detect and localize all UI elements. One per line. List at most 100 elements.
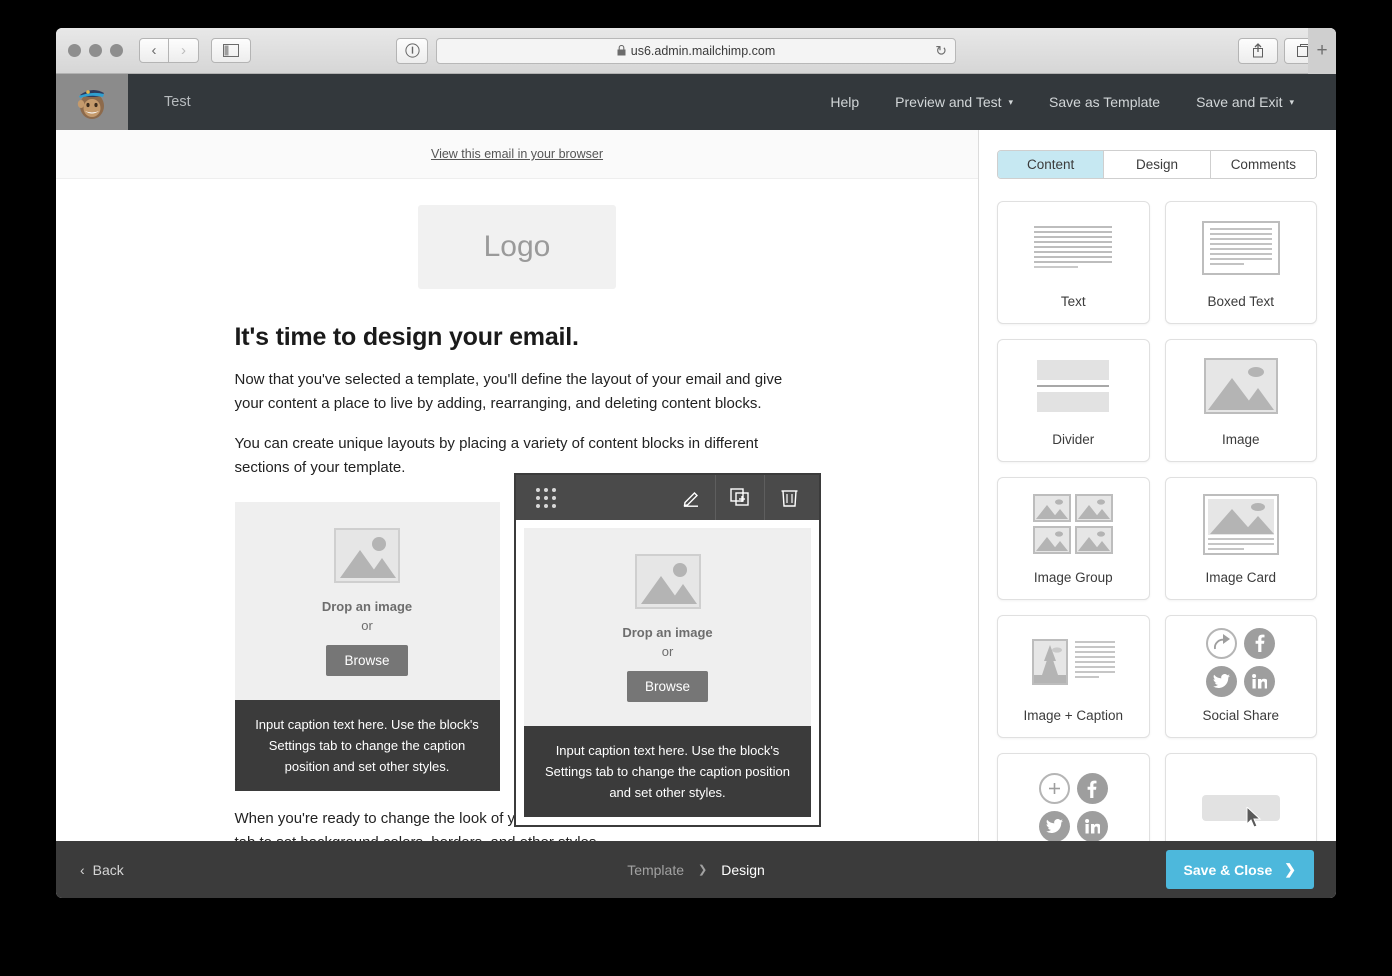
image-card-block-icon — [1166, 478, 1317, 570]
drop-image-label: Drop an image — [321, 599, 413, 614]
browser-chrome: ‹ › us6.admin.mailchimp.com ↻ + — [56, 28, 1336, 74]
block-toolbar — [516, 475, 819, 520]
block-tile-button[interactable] — [1164, 753, 1317, 841]
back-icon[interactable]: ‹ — [139, 38, 169, 63]
picture-placeholder-icon — [634, 554, 701, 609]
breadcrumb-template[interactable]: Template — [627, 862, 684, 878]
mailchimp-freddie-logo[interactable] — [56, 74, 128, 130]
url-text: us6.admin.mailchimp.com — [630, 43, 776, 58]
image-caption-text[interactable]: Input caption text here. Use the block's… — [234, 700, 500, 791]
new-tab-button[interactable]: + — [1308, 28, 1336, 74]
drop-image-label: Drop an image — [622, 625, 713, 640]
share-icon[interactable] — [1238, 37, 1278, 64]
breadcrumb: Template ❯ Design — [56, 862, 1336, 878]
view-in-browser-link[interactable]: View this email in your browser — [431, 147, 603, 161]
block-tile-label: Boxed Text — [1207, 294, 1275, 310]
block-tile-image[interactable]: Image — [1164, 339, 1317, 463]
block-tile-label: Image + Caption — [1023, 708, 1123, 724]
email-canvas[interactable]: View this email in your browser Logo It'… — [56, 130, 979, 841]
save-close-label: Save & Close — [1183, 861, 1273, 878]
block-tile-label: Text — [1060, 294, 1086, 310]
image-caption-block-icon — [998, 616, 1149, 708]
content-panel: Content Design Comments Text Boxed Text — [979, 130, 1335, 841]
nav-label: Help — [830, 94, 860, 110]
duplicate-icon[interactable] — [716, 475, 764, 520]
block-tile-label: Divider — [1052, 432, 1095, 448]
editor-footer: ‹ Back Template ❯ Design Save & Close ❯ — [56, 841, 1336, 898]
nav-item-save-and-exit[interactable]: Save and Exit ▾ — [1178, 94, 1312, 110]
nav-label: Save and Exit — [1196, 94, 1283, 110]
chevron-right-icon: ❯ — [1284, 861, 1296, 877]
image-dropzone[interactable]: Drop an image or Browse — [524, 528, 811, 726]
pencil-edit-icon[interactable] — [667, 475, 715, 520]
sidebar-toggle-icon[interactable] — [211, 38, 251, 63]
image-caption-block-left[interactable]: Drop an image or Browse Input caption te… — [234, 502, 500, 791]
nav-label: Save as Template — [1049, 94, 1161, 110]
tab-comments[interactable]: Comments — [1210, 151, 1316, 179]
info-icon[interactable] — [396, 37, 428, 64]
logo-placeholder[interactable]: Logo — [418, 205, 616, 289]
block-tile-image-group[interactable]: Image Group — [997, 477, 1150, 601]
browse-button[interactable]: Browse — [626, 671, 708, 702]
navigation-buttons[interactable]: ‹ › — [139, 38, 199, 63]
browse-button[interactable]: Browse — [326, 645, 408, 676]
chevron-down-icon: ▾ — [1008, 96, 1014, 107]
social-follow-block-icon — [998, 754, 1149, 841]
boxed-text-block-icon — [1166, 202, 1317, 294]
block-tile-social-share[interactable]: Social Share — [1164, 615, 1317, 739]
chrome-right-buttons: + — [1232, 28, 1336, 74]
tab-design[interactable]: Design — [1104, 151, 1211, 179]
campaign-name: Test — [164, 94, 191, 110]
block-tile-image-card[interactable]: Image Card — [1164, 477, 1317, 601]
image-group-block-icon — [998, 478, 1149, 570]
linkedin-icon — [1244, 665, 1276, 697]
panel-tabs: Content Design Comments — [997, 150, 1317, 180]
window-controls[interactable] — [68, 44, 123, 57]
facebook-icon — [1076, 773, 1108, 805]
save-and-close-button[interactable]: Save & Close ❯ — [1165, 850, 1314, 889]
nav-item-help[interactable]: Help — [812, 94, 877, 110]
email-heading[interactable]: It's time to design your email. — [235, 323, 800, 352]
facebook-icon — [1244, 627, 1276, 659]
close-window-button[interactable] — [68, 44, 81, 57]
block-tile-social-follow[interactable] — [997, 753, 1150, 841]
share-arrow-icon — [1206, 627, 1238, 659]
selected-block-content: Drop an image or Browse Input caption te… — [516, 520, 819, 825]
breadcrumb-design: Design — [721, 861, 765, 878]
block-tile-text[interactable]: Text — [997, 201, 1150, 325]
block-tile-divider[interactable]: Divider — [997, 339, 1150, 463]
image-block-icon — [1166, 340, 1317, 432]
reload-icon[interactable]: ↻ — [935, 42, 947, 59]
or-label: or — [361, 618, 373, 633]
block-tile-boxed-text[interactable]: Boxed Text — [1164, 201, 1317, 325]
block-tile-label: Social Share — [1202, 708, 1280, 724]
plus-icon — [1038, 773, 1070, 805]
twitter-icon — [1206, 665, 1238, 697]
preheader-bar: View this email in your browser — [56, 130, 978, 179]
cursor-arrow-icon — [1246, 806, 1262, 828]
image-caption-text[interactable]: Input caption text here. Use the block's… — [524, 726, 811, 817]
block-tile-image-caption[interactable]: Image + Caption — [997, 615, 1150, 739]
image-dropzone[interactable]: Drop an image or Browse — [234, 502, 500, 700]
top-nav-links: Help Preview and Test ▾ Save as Template… — [812, 94, 1312, 110]
forward-icon[interactable]: › — [169, 38, 199, 63]
maximize-window-button[interactable] — [110, 44, 123, 57]
url-bar[interactable]: us6.admin.mailchimp.com ↻ — [436, 37, 956, 64]
main-area: View this email in your browser Logo It'… — [56, 130, 1336, 841]
lock-icon — [617, 45, 626, 56]
app-top-nav: Test Help Preview and Test ▾ Save as Tem… — [56, 74, 1336, 130]
selected-image-block[interactable]: Drop an image or Browse Input caption te… — [514, 473, 821, 827]
chevron-right-icon: ❯ — [698, 864, 708, 876]
social-share-block-icon — [1166, 616, 1317, 708]
email-paragraph-1[interactable]: Now that you've selected a template, you… — [235, 368, 800, 416]
drag-handle-icon[interactable] — [536, 487, 556, 508]
minimize-window-button[interactable] — [89, 44, 102, 57]
tab-content[interactable]: Content — [998, 151, 1105, 179]
block-tile-label: Image — [1221, 432, 1260, 448]
nav-item-preview-and-test[interactable]: Preview and Test ▾ — [877, 94, 1031, 110]
nav-item-save-as-template[interactable]: Save as Template — [1031, 94, 1178, 110]
twitter-icon — [1038, 811, 1070, 841]
trash-icon[interactable] — [765, 475, 813, 520]
block-tile-label: Image Card — [1205, 570, 1277, 586]
text-block-icon — [998, 202, 1149, 294]
